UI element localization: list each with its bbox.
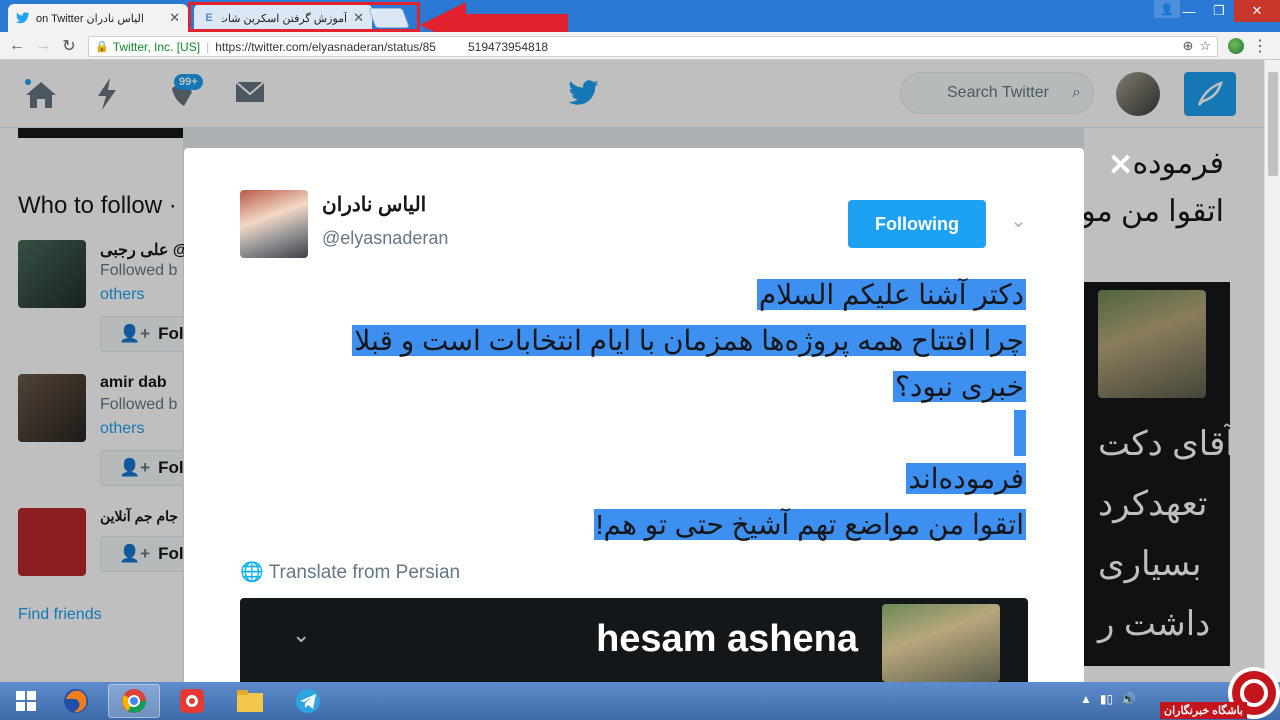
- minimize-icon[interactable]: —: [1174, 0, 1204, 22]
- network-icon[interactable]: ▮▯: [1100, 692, 1113, 706]
- url-rest: 519473954818: [467, 39, 549, 54]
- maximize-icon[interactable]: ❐: [1204, 0, 1234, 22]
- page-scrollbar[interactable]: [1264, 60, 1280, 682]
- translate-label: Translate from Persian: [268, 562, 461, 583]
- tab-close-icon[interactable]: ✕: [169, 10, 180, 26]
- tray-arrow-icon[interactable]: ▲: [1080, 692, 1092, 706]
- twitter-bird-icon: [16, 11, 30, 25]
- telegram-icon[interactable]: [282, 684, 334, 718]
- chrome-icon[interactable]: [108, 684, 160, 718]
- watermark-text: باشگاه خبرنگاران: [1160, 702, 1247, 719]
- screen-recorder-icon[interactable]: [166, 684, 218, 718]
- start-windows-icon[interactable]: [0, 684, 52, 718]
- modal-close-icon[interactable]: ✕: [1108, 148, 1133, 183]
- windows-taskbar: ▲ ▮▯ 🔊: [0, 682, 1280, 720]
- system-tray: ▲ ▮▯ 🔊: [1080, 692, 1136, 706]
- quoted-author-photo: [882, 604, 1000, 682]
- translate-link[interactable]: 🌐 Translate from Persian: [240, 560, 460, 584]
- tweet-text: دکتر آشنا علیکم السلام چرا افتتاح همه پر…: [240, 272, 1026, 548]
- twitter-page: 99+ Search Twitter ⌕ Who to follow · علی…: [0, 60, 1280, 682]
- forward-arrow-icon[interactable]: →: [32, 35, 54, 57]
- divider: |: [206, 39, 210, 54]
- security-label: Twitter, Inc. [US]: [112, 39, 201, 54]
- annotation-highlight-box: [188, 2, 420, 32]
- chevron-down-icon[interactable]: ⌄: [292, 622, 310, 648]
- globe-icon: 🌐: [240, 562, 264, 583]
- tweet-line: اتقوا من مواضع تهم آشیخ حتی تو هم!: [593, 509, 1026, 540]
- author-name[interactable]: الیاس نادران: [322, 192, 426, 217]
- url-text: https://twitter.com/elyasnaderan/status/…: [215, 40, 548, 54]
- chevron-down-icon[interactable]: ⌄: [1010, 208, 1027, 233]
- browser-toolbar: ← → ↻ 🔒 Twitter, Inc. [US] | https://twi…: [0, 32, 1280, 60]
- tweet-line: چرا افتتاح همه پروژه‌ها همزمان با ایام ا…: [352, 325, 1026, 356]
- volume-icon[interactable]: 🔊: [1121, 692, 1136, 706]
- quoted-author-name[interactable]: hesam ashena: [596, 618, 858, 661]
- tweet-modal: الیاس نادران @elyasnaderan Following ⌄ د…: [184, 148, 1084, 682]
- quoted-tweet-card[interactable]: ⌄ hesam ashena: [240, 598, 1028, 682]
- tab-twitter[interactable]: الیاس نادران on Twitter ✕: [8, 4, 188, 32]
- url-prefix: https://twitter.com/elyasnaderan/status/…: [215, 39, 436, 54]
- reload-icon[interactable]: ↻: [58, 35, 80, 57]
- following-button[interactable]: Following: [848, 200, 986, 248]
- tweet-line: دکتر آشنا علیکم السلام: [756, 279, 1026, 310]
- author-handle[interactable]: @elyasnaderan: [322, 228, 448, 249]
- lock-icon: 🔒: [95, 41, 109, 53]
- back-arrow-icon[interactable]: ←: [6, 35, 28, 57]
- tab-title: الیاس نادران on Twitter: [36, 12, 144, 25]
- menu-kebab-icon[interactable]: ⋮: [1252, 36, 1268, 56]
- address-bar[interactable]: 🔒 Twitter, Inc. [US] | https://twitter.c…: [88, 36, 1218, 57]
- tweet-line: فرموده‌اند: [906, 463, 1026, 494]
- firefox-icon[interactable]: [50, 684, 102, 718]
- window-close-icon[interactable]: ✕: [1234, 0, 1280, 22]
- author-avatar[interactable]: [240, 190, 308, 258]
- bookmark-star-icon[interactable]: ☆: [1199, 38, 1211, 54]
- tweet-line: خبری نبود؟: [893, 371, 1026, 402]
- file-explorer-icon[interactable]: [224, 684, 276, 718]
- scrollbar-thumb[interactable]: [1268, 72, 1278, 176]
- extension-globe-icon[interactable]: [1228, 38, 1244, 54]
- zoom-icon[interactable]: ⊕: [1182, 38, 1193, 54]
- tweet-line: [1014, 410, 1026, 456]
